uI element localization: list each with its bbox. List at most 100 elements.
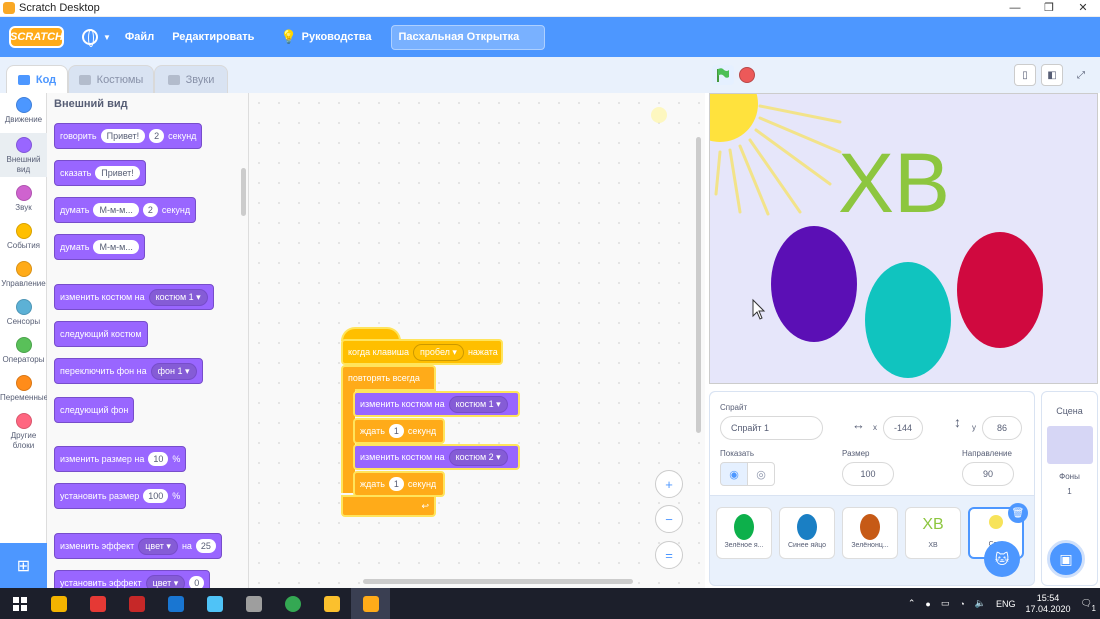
- delete-sprite-button[interactable]: 🗑: [1008, 503, 1028, 523]
- add-backdrop-button[interactable]: ▣: [1047, 540, 1085, 578]
- tab-costumes[interactable]: Костюмы: [68, 65, 154, 93]
- large-stage-button[interactable]: ◧: [1041, 64, 1063, 86]
- category-sensing[interactable]: Сенсоры: [0, 299, 47, 327]
- block-input[interactable]: 1: [388, 424, 404, 438]
- zoom-reset-button[interactable]: =: [655, 541, 683, 569]
- block-dropdown[interactable]: цвет ▾: [138, 537, 178, 555]
- category-control[interactable]: Управление: [0, 261, 47, 289]
- block-set-effect[interactable]: установить эффект цвет ▾ 0: [54, 570, 211, 588]
- block-say-for-secs[interactable]: говорить Привет! 2 секунд: [54, 123, 203, 149]
- language-menu[interactable]: ▼: [82, 29, 111, 47]
- block-input[interactable]: 10: [148, 452, 169, 466]
- tutorials-button[interactable]: 💡 Руководства: [280, 29, 371, 45]
- minimize-button[interactable]: —: [998, 0, 1032, 17]
- taskbar-app[interactable]: [195, 588, 234, 619]
- block-input[interactable]: 100: [143, 489, 169, 503]
- block-dropdown[interactable]: цвет ▾: [145, 574, 186, 588]
- block-input[interactable]: 2: [149, 129, 165, 143]
- when-key-pressed-block[interactable]: когда клавиша пробел ▾ нажата: [341, 339, 503, 365]
- size-input[interactable]: 100: [842, 462, 894, 486]
- y-input[interactable]: 86: [982, 416, 1022, 440]
- scratch-logo[interactable]: SCRATCH: [9, 26, 64, 48]
- add-sprite-button[interactable]: 🐱: [984, 541, 1020, 577]
- block-next-costume[interactable]: следующий костюм: [54, 321, 148, 347]
- wait-block[interactable]: ждать 1 секунд: [353, 471, 445, 497]
- taskbar-app[interactable]: [273, 588, 312, 619]
- direction-input[interactable]: 90: [962, 462, 1014, 486]
- file-menu[interactable]: Файл: [125, 31, 154, 43]
- battery-icon[interactable]: ▭: [941, 598, 950, 609]
- chevron-up-icon[interactable]: ⌃: [908, 598, 916, 609]
- block-switch-costume[interactable]: изменить костюм на костюм 1 ▾: [54, 284, 214, 310]
- taskbar-app[interactable]: [312, 588, 351, 619]
- close-button[interactable]: ✕: [1066, 0, 1100, 17]
- block-input[interactable]: М-м-м...: [93, 240, 139, 254]
- block-input[interactable]: Привет!: [95, 166, 140, 180]
- script-area[interactable]: когда клавиша пробел ▾ нажата повторять …: [249, 93, 705, 588]
- block-change-effect[interactable]: изменить эффект цвет ▾ на 25: [54, 533, 222, 559]
- security-icon[interactable]: ●: [925, 599, 930, 609]
- zoom-out-button[interactable]: −: [655, 505, 683, 533]
- taskbar-app[interactable]: [117, 588, 156, 619]
- network-icon[interactable]: ◔: [959, 599, 964, 609]
- block-dropdown[interactable]: костюм 2 ▾: [448, 448, 508, 466]
- vertical-scrollbar[interactable]: [696, 137, 701, 433]
- sprite-tile[interactable]: Синее яйцо: [779, 507, 835, 559]
- switch-costume-block[interactable]: изменить костюм на костюм 1 ▾: [353, 391, 520, 417]
- palette-scrollbar[interactable]: [241, 168, 246, 216]
- taskbar-app[interactable]: [39, 588, 78, 619]
- show-sprite-button[interactable]: ◉: [720, 462, 748, 486]
- taskbar-app-scratch[interactable]: [351, 588, 390, 619]
- taskbar-app[interactable]: [78, 588, 117, 619]
- wait-block[interactable]: ждать 1 секунд: [353, 418, 445, 444]
- block-change-size[interactable]: изменить размер на 10 %: [54, 446, 187, 472]
- block-think[interactable]: думать М-м-м...: [54, 234, 145, 260]
- category-looks[interactable]: Внешний вид: [0, 133, 47, 177]
- block-dropdown[interactable]: костюм 1 ▾: [148, 288, 208, 306]
- small-stage-button[interactable]: ▯: [1014, 64, 1036, 86]
- block-input[interactable]: 2: [142, 203, 158, 217]
- add-extension-button[interactable]: ⊞: [0, 543, 47, 588]
- category-motion[interactable]: Движение: [0, 97, 47, 125]
- horizontal-scrollbar[interactable]: [363, 579, 633, 584]
- category-my-blocks[interactable]: Другие блоки: [0, 413, 47, 451]
- block-input[interactable]: Привет!: [100, 129, 146, 143]
- clock[interactable]: 15:54 17.04.2020: [1026, 593, 1071, 615]
- x-input[interactable]: -144: [883, 416, 923, 440]
- sprite-name-input[interactable]: Спрайт 1: [720, 416, 823, 440]
- hide-sprite-button[interactable]: ◎: [747, 462, 775, 486]
- block-set-size[interactable]: установить размер 100 %: [54, 483, 187, 509]
- taskbar-app[interactable]: [234, 588, 273, 619]
- stage-canvas[interactable]: ХВ: [709, 93, 1098, 384]
- sprite-tile[interactable]: ХВ ХВ: [905, 507, 961, 559]
- block-input[interactable]: 0: [189, 576, 205, 588]
- notifications-button[interactable]: 🗨 1: [1081, 598, 1096, 613]
- zoom-in-button[interactable]: +: [655, 470, 683, 498]
- block-switch-backdrop[interactable]: переключить фон на фон 1 ▾: [54, 358, 203, 384]
- tab-code[interactable]: Код: [6, 65, 68, 93]
- block-next-backdrop[interactable]: следующий фон: [54, 397, 135, 423]
- green-flag-button[interactable]: [712, 65, 734, 85]
- start-button[interactable]: [0, 588, 39, 619]
- taskbar-app[interactable]: [156, 588, 195, 619]
- switch-costume-block[interactable]: изменить костюм на костюм 2 ▾: [353, 444, 520, 470]
- tab-sounds[interactable]: Звуки: [154, 65, 228, 93]
- category-operators[interactable]: Операторы: [0, 337, 47, 365]
- stop-button[interactable]: [739, 67, 755, 83]
- category-variables[interactable]: Переменные: [0, 375, 48, 403]
- block-input[interactable]: 25: [195, 539, 216, 553]
- block-input[interactable]: М-м-м...: [93, 203, 139, 217]
- maximize-button[interactable]: ❐: [1032, 0, 1066, 17]
- edit-menu[interactable]: Редактировать: [172, 31, 254, 43]
- block-dropdown[interactable]: фон 1 ▾: [150, 362, 197, 380]
- block-say[interactable]: сказать Привет!: [54, 160, 146, 186]
- block-think-for-secs[interactable]: думать М-м-м... 2 секунд: [54, 197, 197, 223]
- fullscreen-button[interactable]: ⤢: [1070, 64, 1092, 86]
- block-dropdown[interactable]: пробел ▾: [413, 343, 464, 361]
- category-events[interactable]: События: [0, 223, 47, 251]
- language-indicator[interactable]: ENG: [996, 599, 1016, 609]
- category-sound[interactable]: Звук: [0, 185, 47, 213]
- sprite-tile[interactable]: Зелёнонц...: [842, 507, 898, 559]
- block-input[interactable]: 1: [388, 477, 404, 491]
- block-dropdown[interactable]: костюм 1 ▾: [448, 395, 508, 413]
